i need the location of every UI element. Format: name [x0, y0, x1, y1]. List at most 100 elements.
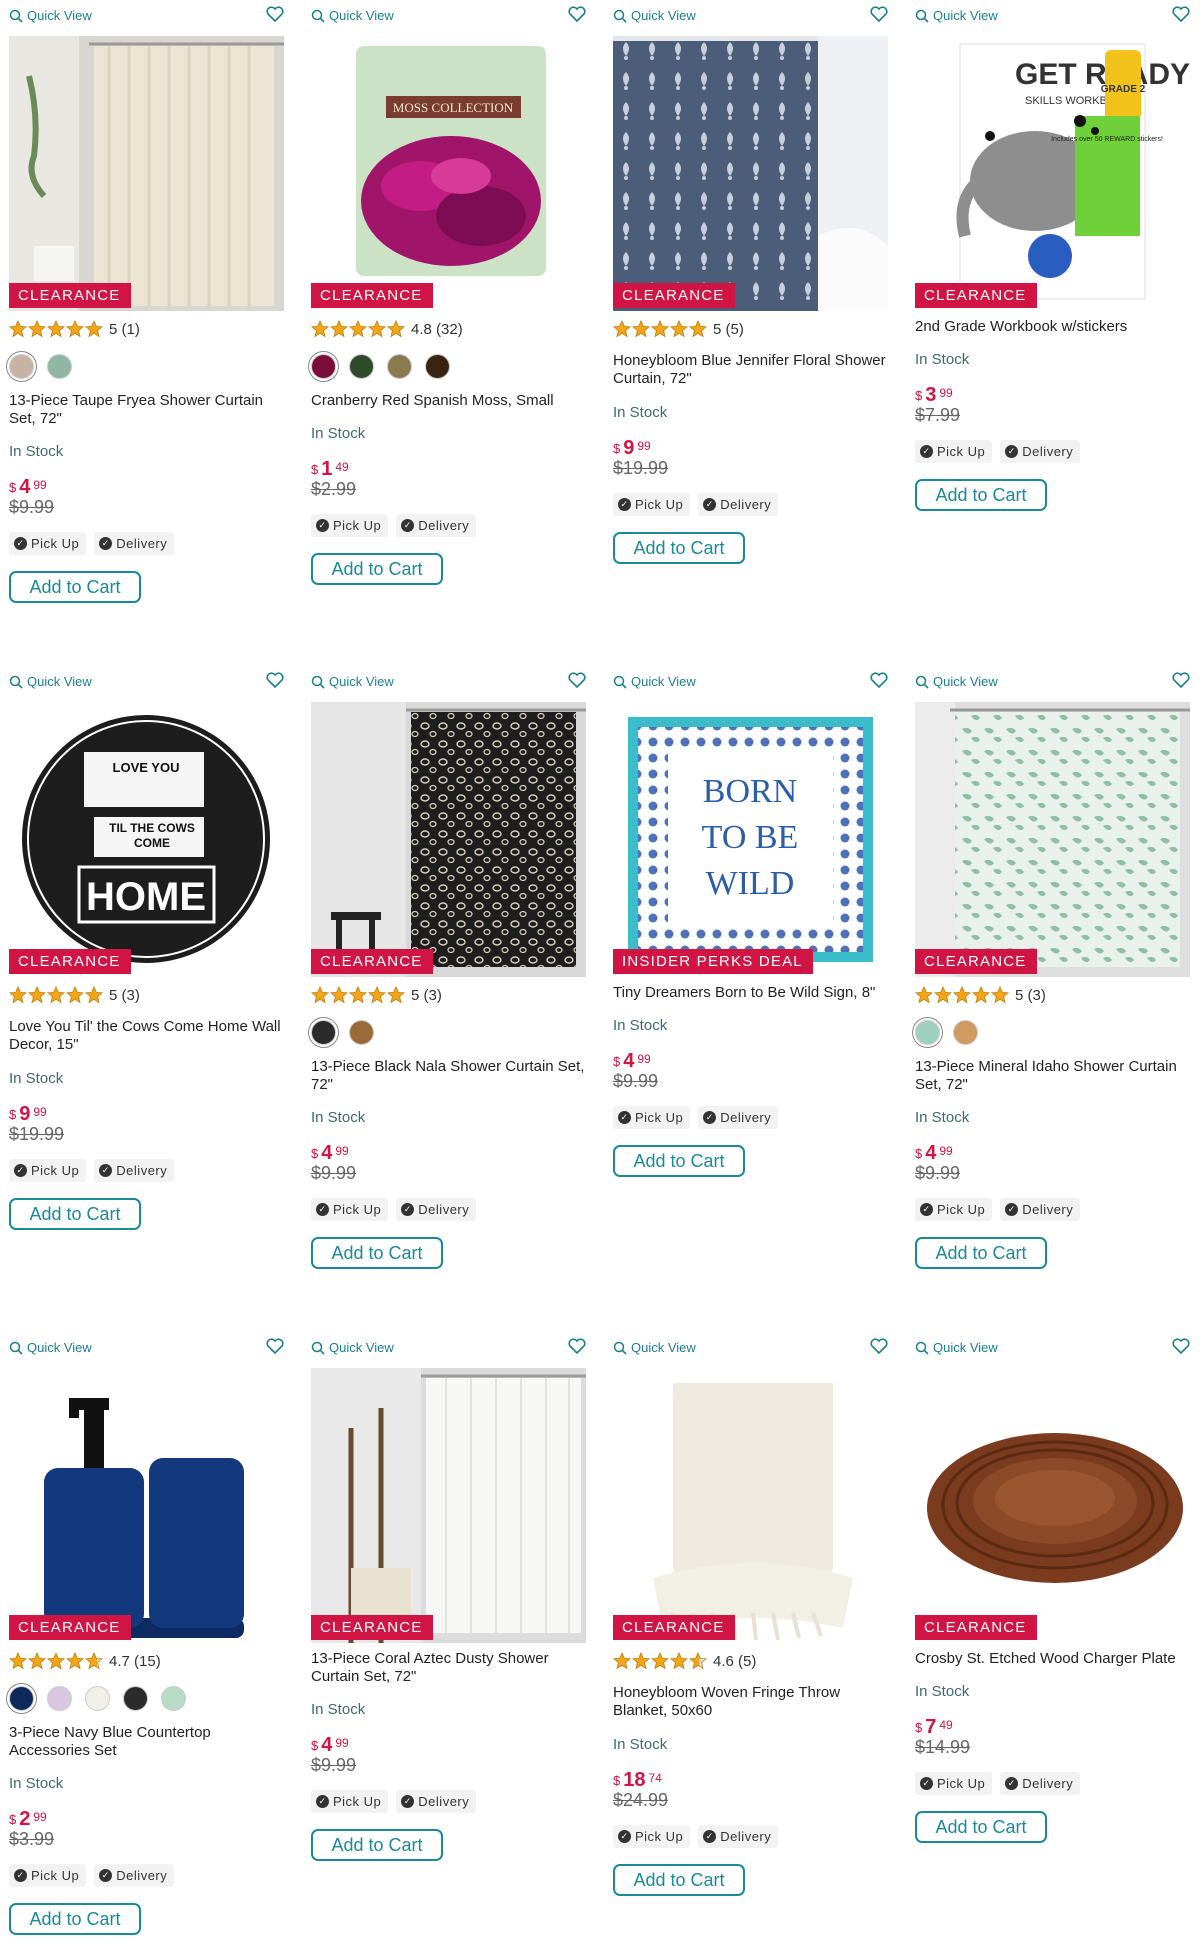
heart-icon[interactable] [568, 6, 586, 22]
heart-icon[interactable] [870, 672, 888, 688]
product-title[interactable]: Love You Til' the Cows Come Home Wall De… [9, 1018, 284, 1054]
delivery-chip[interactable]: ✓ Delivery [396, 514, 477, 537]
delivery-chip[interactable]: ✓ Delivery [94, 532, 175, 555]
check-icon: ✓ [14, 1164, 27, 1177]
add-to-cart-button[interactable]: Add to Cart [915, 479, 1047, 511]
swatch-brown[interactable] [425, 354, 450, 379]
heart-icon[interactable] [266, 6, 284, 22]
swatch-black[interactable] [311, 1020, 336, 1045]
heart-icon[interactable] [1172, 672, 1190, 688]
swatch-cranberry[interactable] [311, 354, 336, 379]
quick-view-link[interactable]: Quick View [915, 1340, 998, 1355]
add-to-cart-button[interactable]: Add to Cart [613, 1864, 745, 1896]
pickup-chip[interactable]: ✓ Pick Up [915, 1198, 993, 1221]
delivery-chip[interactable]: ✓ Delivery [698, 1825, 779, 1848]
product-image[interactable] [9, 1368, 284, 1643]
swatch-sage[interactable] [161, 1686, 186, 1711]
product-image[interactable] [915, 702, 1190, 977]
add-to-cart-button[interactable]: Add to Cart [9, 571, 141, 603]
swatch-mint[interactable] [915, 1020, 940, 1045]
quick-view-link[interactable]: Quick View [311, 1340, 394, 1355]
add-to-cart-button[interactable]: Add to Cart [915, 1811, 1047, 1843]
pickup-chip[interactable]: ✓ Pick Up [613, 1106, 691, 1129]
heart-icon[interactable] [568, 672, 586, 688]
add-to-cart-button[interactable]: Add to Cart [915, 1237, 1047, 1269]
pickup-chip[interactable]: ✓ Pick Up [915, 1772, 993, 1795]
pickup-chip[interactable]: ✓ Pick Up [9, 1864, 87, 1887]
add-to-cart-button[interactable]: Add to Cart [613, 532, 745, 564]
product-title[interactable]: 2nd Grade Workbook w/stickers [915, 318, 1190, 336]
quick-view-link[interactable]: Quick View [9, 1340, 92, 1355]
swatch-taupe[interactable] [9, 354, 34, 379]
product-image[interactable] [613, 36, 888, 311]
product-title[interactable]: Cranberry Red Spanish Moss, Small [311, 392, 586, 410]
delivery-chip[interactable]: ✓ Delivery [1000, 1198, 1081, 1221]
quick-view-link[interactable]: Quick View [311, 8, 394, 23]
add-to-cart-button[interactable]: Add to Cart [9, 1903, 141, 1935]
heart-icon[interactable] [1172, 1338, 1190, 1354]
delivery-chip[interactable]: ✓ Delivery [698, 1106, 779, 1129]
swatch-green[interactable] [47, 354, 72, 379]
quick-view-link[interactable]: Quick View [9, 8, 92, 23]
product-image[interactable]: MOSS COLLECTION [311, 36, 586, 311]
quick-view-link[interactable]: Quick View [311, 674, 394, 689]
pickup-chip[interactable]: ✓ Pick Up [613, 1825, 691, 1848]
swatch-lavender[interactable] [47, 1686, 72, 1711]
heart-icon[interactable] [870, 6, 888, 22]
product-title[interactable]: Honeybloom Woven Fringe Throw Blanket, 5… [613, 1684, 888, 1720]
pickup-chip[interactable]: ✓ Pick Up [311, 1198, 389, 1221]
product-title[interactable]: 13-Piece Coral Aztec Dusty Shower Curtai… [311, 1650, 586, 1686]
heart-icon[interactable] [266, 672, 284, 688]
product-image[interactable]: BORN TO BE WILD [613, 702, 888, 977]
pickup-chip[interactable]: ✓ Pick Up [9, 532, 87, 555]
product-title[interactable]: 13-Piece Taupe Fryea Shower Curtain Set,… [9, 392, 284, 428]
pickup-chip[interactable]: ✓ Pick Up [311, 514, 389, 537]
quick-view-link[interactable]: Quick View [9, 674, 92, 689]
swatch-ivory[interactable] [85, 1686, 110, 1711]
delivery-chip[interactable]: ✓ Delivery [698, 493, 779, 516]
swatch-black[interactable] [123, 1686, 148, 1711]
quick-view-link[interactable]: Quick View [613, 8, 696, 23]
product-image[interactable]: LOVE YOU TIL THE COWS COME HOME [9, 702, 284, 977]
product-image[interactable]: GET READY SKILLS WORKBOOK GRADE 2 Includ… [915, 36, 1190, 311]
product-image[interactable] [311, 1368, 586, 1643]
quick-view-link[interactable]: Quick View [915, 674, 998, 689]
product-image[interactable] [613, 1368, 888, 1643]
pickup-chip[interactable]: ✓ Pick Up [915, 440, 993, 463]
swatch-tan[interactable] [349, 1020, 374, 1045]
product-image[interactable] [9, 36, 284, 311]
pickup-chip[interactable]: ✓ Pick Up [311, 1790, 389, 1813]
add-to-cart-button[interactable]: Add to Cart [9, 1198, 141, 1230]
heart-icon[interactable] [870, 1338, 888, 1354]
add-to-cart-button[interactable]: Add to Cart [311, 1829, 443, 1861]
product-title[interactable]: 3-Piece Navy Blue Countertop Accessories… [9, 1724, 284, 1760]
delivery-chip[interactable]: ✓ Delivery [1000, 440, 1081, 463]
quick-view-link[interactable]: Quick View [613, 674, 696, 689]
quick-view-link[interactable]: Quick View [613, 1340, 696, 1355]
delivery-chip[interactable]: ✓ Delivery [1000, 1772, 1081, 1795]
add-to-cart-button[interactable]: Add to Cart [311, 553, 443, 585]
pickup-chip[interactable]: ✓ Pick Up [613, 493, 691, 516]
delivery-chip[interactable]: ✓ Delivery [94, 1864, 175, 1887]
swatch-navy[interactable] [9, 1686, 34, 1711]
add-to-cart-button[interactable]: Add to Cart [613, 1145, 745, 1177]
pickup-chip[interactable]: ✓ Pick Up [9, 1159, 87, 1182]
swatch-green[interactable] [349, 354, 374, 379]
product-title[interactable]: Tiny Dreamers Born to Be Wild Sign, 8" [613, 984, 888, 1002]
swatch-natural[interactable] [387, 354, 412, 379]
product-title[interactable]: Honeybloom Blue Jennifer Floral Shower C… [613, 352, 888, 388]
delivery-chip[interactable]: ✓ Delivery [94, 1159, 175, 1182]
product-title[interactable]: 13-Piece Black Nala Shower Curtain Set, … [311, 1058, 586, 1094]
product-title[interactable]: Crosby St. Etched Wood Charger Plate [915, 1650, 1190, 1668]
heart-icon[interactable] [1172, 6, 1190, 22]
heart-icon[interactable] [266, 1338, 284, 1354]
quick-view-link[interactable]: Quick View [915, 8, 998, 23]
delivery-chip[interactable]: ✓ Delivery [396, 1198, 477, 1221]
heart-icon[interactable] [568, 1338, 586, 1354]
product-title[interactable]: 13-Piece Mineral Idaho Shower Curtain Se… [915, 1058, 1190, 1094]
product-image[interactable] [915, 1368, 1190, 1643]
swatch-tan[interactable] [953, 1020, 978, 1045]
add-to-cart-button[interactable]: Add to Cart [311, 1237, 443, 1269]
product-image[interactable] [311, 702, 586, 977]
delivery-chip[interactable]: ✓ Delivery [396, 1790, 477, 1813]
